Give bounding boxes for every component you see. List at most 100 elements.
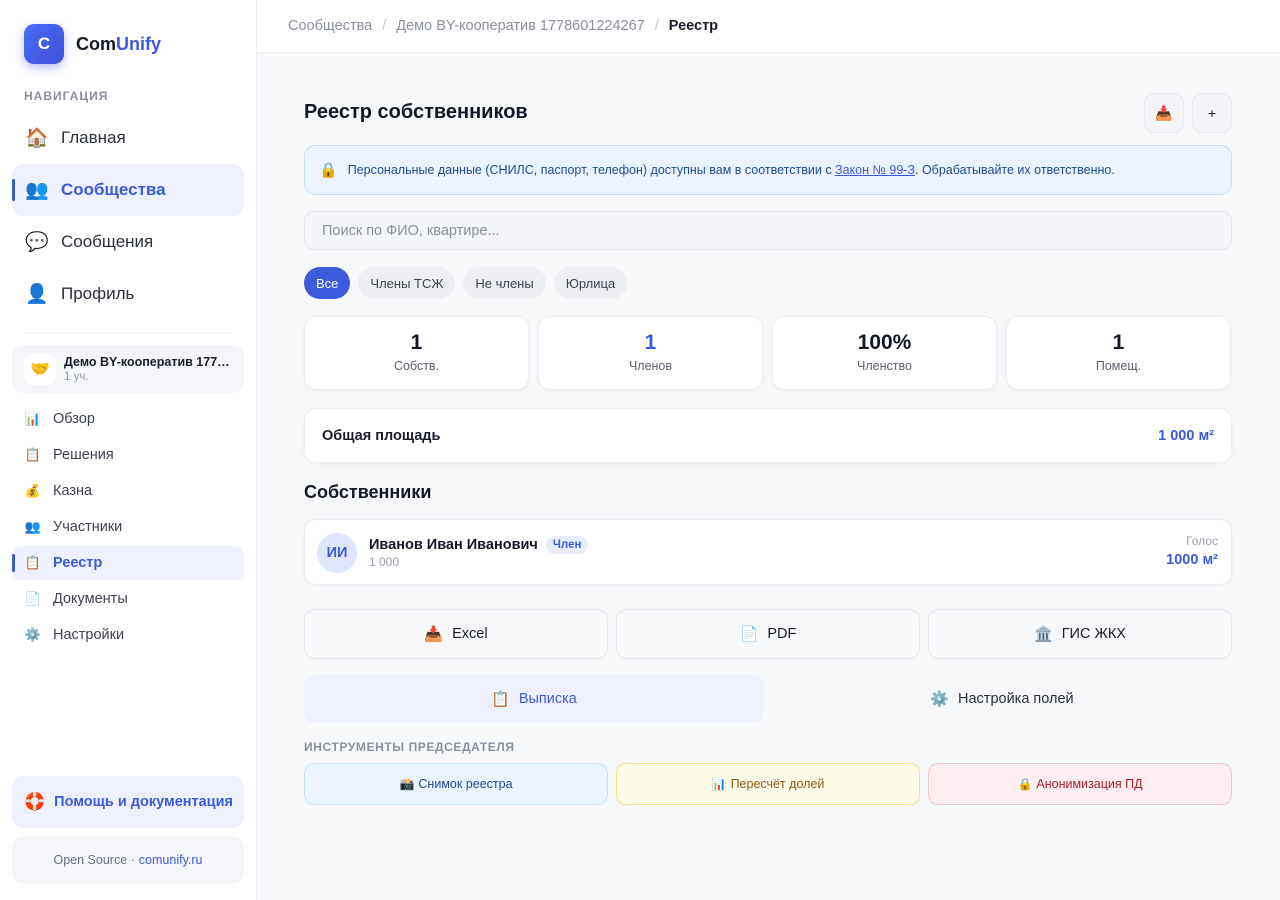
lock-icon: 🔒 (319, 162, 338, 179)
nav-item-label: Главная (61, 128, 126, 147)
nav-caption: НАВИГАЦИЯ (24, 89, 109, 103)
tab-field-settings[interactable]: ⚙️ Настройка полей (772, 675, 1232, 723)
filter-chip-non-members[interactable]: Не члены (463, 267, 546, 299)
users-icon: 👥 (25, 180, 49, 201)
stat-card-members: 1 Членов (538, 316, 763, 390)
stat-card-owners: 1 Собств. (304, 316, 529, 390)
privacy-notice-text: Персональные данные (СНИЛС, паспорт, тел… (348, 163, 1115, 177)
subnav-item-label: Обзор (53, 411, 95, 427)
nav-item-label: Сообщения (61, 232, 154, 251)
logo[interactable]: C ComUnify (24, 24, 161, 64)
handshake-icon: 🤝 (24, 353, 56, 385)
site-link[interactable]: comunify.ru (139, 853, 203, 867)
nav-item-label: Сообщества (61, 180, 166, 199)
chat-icon: 💬 (25, 232, 49, 253)
stat-label: Помещ. (1095, 359, 1142, 373)
export-excel-button[interactable]: 📥 Excel (304, 609, 608, 659)
subnav-item-label: Решения (53, 447, 114, 463)
subnav-item-label: Реестр (53, 555, 103, 571)
plus-icon: + (1207, 105, 1217, 121)
filter-chip-legal-entities[interactable]: Юрлица (553, 267, 628, 299)
page-title: Реестр собственников (304, 101, 528, 123)
import-button[interactable]: 📥 (1144, 93, 1184, 133)
tool-label: Снимок реестра (418, 777, 513, 791)
chart-icon: 📊 (711, 777, 727, 791)
owner-name: Иванов Иван Иванович (369, 537, 538, 553)
total-area-card: Общая площадь 1 000 м² (304, 408, 1232, 463)
clipboard-icon: 📋 (491, 691, 510, 708)
breadcrumb-separator: / (382, 18, 387, 34)
nav-item-communities[interactable]: 👥 Сообщества (12, 164, 244, 216)
subnav-item-registry[interactable]: 📋 Реестр (12, 546, 244, 580)
stat-label: Собств. (393, 359, 440, 373)
user-icon: 👤 (25, 284, 49, 305)
help-docs-button[interactable]: 🛟 Помощь и документация (12, 776, 244, 828)
registry-snapshot-button[interactable]: 📸 Снимок реестра (304, 763, 608, 805)
vote-value: 1000 м² (1166, 552, 1218, 568)
export-label: PDF (767, 626, 797, 642)
breadcrumb-community[interactable]: Демо BY-кооператив 1778601224267 (396, 18, 644, 34)
notice-text-before: Персональные данные (СНИЛС, паспорт, тел… (347, 163, 836, 177)
tool-label: Анонимизация ПД (1036, 777, 1143, 791)
lifebuoy-icon: 🛟 (24, 792, 46, 811)
search-input[interactable] (304, 211, 1232, 250)
law-link[interactable]: Закон № 99-З (835, 163, 915, 177)
subnav-item-overview[interactable]: 📊 Обзор (12, 402, 244, 436)
stat-card-membership: 100% Членство (772, 316, 997, 390)
subnav-item-label: Казна (53, 483, 93, 499)
gear-icon: ⚙️ (930, 691, 950, 708)
users-icon: 👥 (24, 519, 42, 534)
stat-value: 1 (644, 331, 657, 354)
subnav-item-members[interactable]: 👥 Участники (12, 510, 244, 544)
notice-text-after: . Обрабатывайте их ответственно. (915, 163, 1115, 177)
community-members-count: 1 уч. (64, 371, 89, 383)
member-badge: Член (545, 536, 589, 554)
stat-value: 1 (1112, 331, 1125, 354)
export-label: ГИС ЖКХ (1061, 626, 1126, 642)
sidebar: C ComUnify НАВИГАЦИЯ 🏠 Главная 👥 Сообщес… (0, 0, 257, 900)
brand-name-part2: Unify (116, 33, 161, 54)
tab-statement[interactable]: 📋 Выписка (304, 675, 764, 723)
subnav-item-settings[interactable]: ⚙️ Настройки (12, 618, 244, 652)
add-owner-button[interactable]: + (1192, 93, 1232, 133)
owner-row[interactable]: ИИ Иванов Иван Иванович Член 1 000 Голос… (304, 519, 1232, 585)
filter-chip-members[interactable]: Члены ТСЖ (358, 267, 456, 299)
subnav-item-documents[interactable]: 📄 Документы (12, 582, 244, 616)
stat-value: 100% (857, 331, 912, 354)
open-source-footer: Open Source · comunify.ru (12, 836, 244, 884)
community-switcher[interactable]: 🤝 Демо BY-кооператив 1778601224267 1 уч. (12, 345, 244, 393)
filter-chips: Все Члены ТСЖ Не члены Юрлица (304, 267, 635, 299)
breadcrumb-current: Реестр (668, 18, 719, 34)
stat-label: Членство (857, 359, 912, 373)
nav-item-messages[interactable]: 💬 Сообщения (12, 216, 244, 268)
export-pdf-button[interactable]: 📄 PDF (616, 609, 920, 659)
brand-name: ComUnify (76, 34, 161, 55)
help-label: Помощь и документация (54, 794, 233, 810)
recalculate-shares-button[interactable]: 📊 Пересчёт долей (616, 763, 920, 805)
government-building-icon: 🏛️ (1034, 626, 1053, 643)
avatar: ИИ (317, 533, 357, 573)
chart-icon: 📊 (24, 411, 42, 426)
subnav-item-label: Настройки (53, 627, 125, 643)
gear-icon: ⚙️ (24, 627, 42, 642)
nav-item-profile[interactable]: 👤 Профиль (12, 268, 244, 320)
clipboard-icon: 📋 (24, 555, 42, 570)
privacy-notice: 🔒 Персональные данные (СНИЛС, паспорт, т… (304, 145, 1232, 195)
document-icon: 📄 (24, 591, 42, 606)
anonymize-pd-button[interactable]: 🔒 Анонимизация ПД (928, 763, 1232, 805)
owners-section-title: Собственники (304, 482, 432, 502)
subnav-item-treasury[interactable]: 💰 Казна (12, 474, 244, 508)
community-name: Демо BY-кооператив 1778601224267 (64, 355, 234, 369)
inbox-tray-icon: 📥 (1155, 104, 1173, 121)
breadcrumb-communities[interactable]: Сообщества (288, 18, 372, 34)
logo-badge: C (24, 24, 64, 64)
total-area-value: 1 000 м² (1158, 427, 1214, 444)
home-icon: 🏠 (25, 128, 49, 149)
sidebar-divider (24, 332, 232, 333)
subnav-item-decisions[interactable]: 📋 Решения (12, 438, 244, 472)
export-label: Excel (452, 626, 488, 642)
export-gis-button[interactable]: 🏛️ ГИС ЖКХ (928, 609, 1232, 659)
nav-item-home[interactable]: 🏠 Главная (12, 112, 244, 164)
filter-chip-all[interactable]: Все (304, 267, 351, 299)
lock-icon: 🔒 (1017, 777, 1033, 791)
